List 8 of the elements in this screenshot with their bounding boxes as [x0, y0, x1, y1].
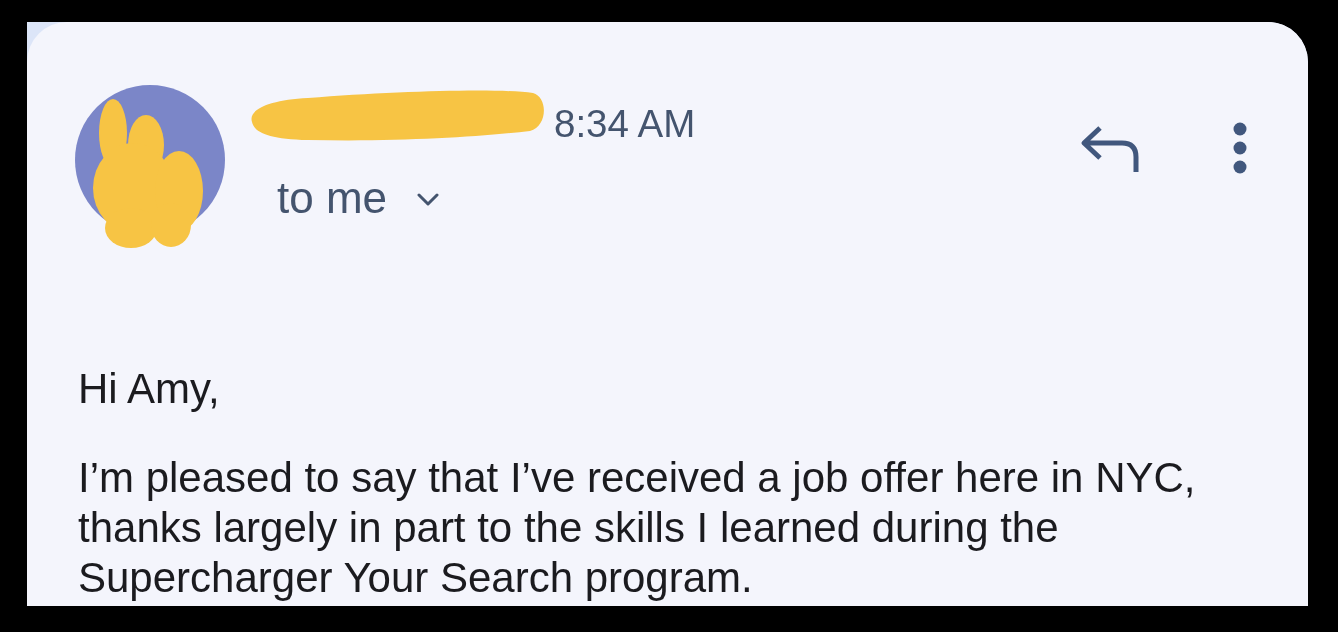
more-vertical-icon	[1232, 122, 1248, 174]
timestamp: 8:34 AM	[554, 104, 696, 144]
more-options-button[interactable]	[1232, 122, 1248, 174]
message-paragraph: I’m pleased to say that I’ve received a job offer here in NYC, thanks largely in part to the skills I learned during the Supercharger Your Search program.	[78, 453, 1197, 603]
recipients-toggle[interactable]: to me	[277, 175, 440, 221]
reply-icon	[1080, 125, 1140, 173]
greeting-text: Hi Amy,	[78, 364, 220, 414]
chevron-down-icon	[417, 193, 440, 207]
